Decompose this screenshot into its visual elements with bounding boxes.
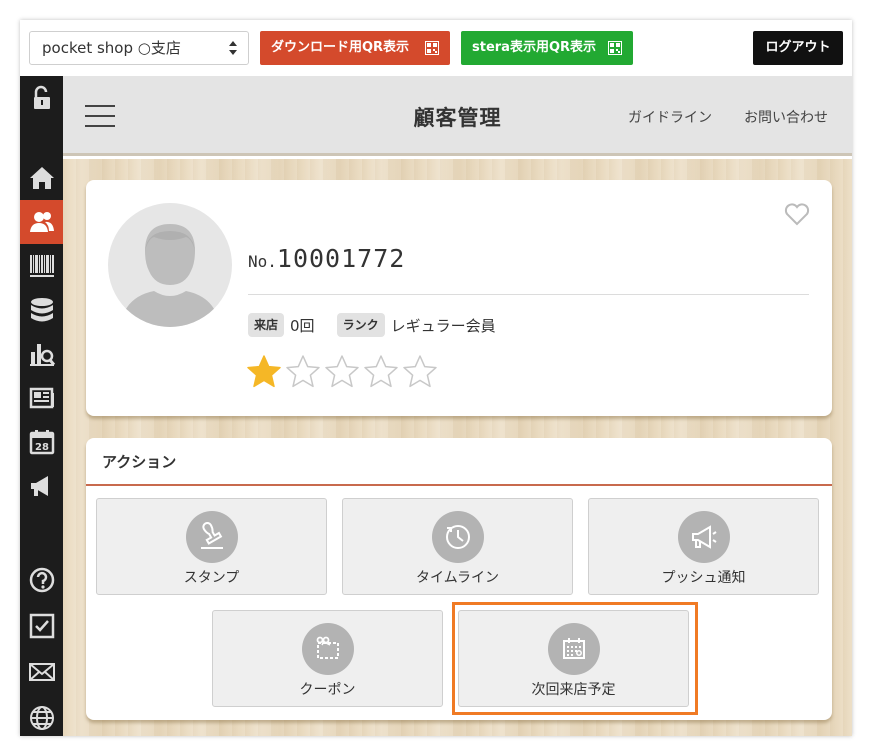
star-empty-icon[interactable] <box>285 354 321 390</box>
rank-tag: ランク <box>336 313 385 337</box>
timeline-button[interactable]: タイムライン <box>342 498 573 595</box>
sidebar-item-database[interactable] <box>20 288 63 332</box>
shop-select[interactable]: pocket shop ○支店 <box>29 31 249 65</box>
barcode-icon <box>29 255 54 277</box>
shop-select-value: pocket shop ○支店 <box>42 39 181 57</box>
guideline-link[interactable]: ガイドライン <box>628 107 712 127</box>
sidebar-item-calendar[interactable]: 28 <box>20 420 63 464</box>
qr-code-icon <box>425 41 439 55</box>
user-silhouette-icon <box>120 224 220 327</box>
globe-icon <box>29 706 54 730</box>
sidebar-item-lock[interactable] <box>20 76 63 120</box>
clock-icon <box>446 525 470 549</box>
rank-value: レギュラー会員 <box>390 316 496 335</box>
stamp-icon <box>201 522 223 549</box>
member-number-value: 10001772 <box>276 244 406 273</box>
star-empty-icon[interactable] <box>324 354 360 390</box>
actions-divider <box>86 484 832 486</box>
star-empty-icon[interactable] <box>363 354 399 390</box>
actions-card: アクション スタンプ タイムライン プッシュ通知 クーポン 次回来店予定 <box>86 438 832 720</box>
sidebar-item-tasks[interactable] <box>20 604 63 648</box>
timeline-label: タイムライン <box>415 570 500 586</box>
sidebar-item-news[interactable] <box>20 376 63 420</box>
megaphone-icon <box>30 476 48 496</box>
coupon-scissors-icon <box>316 636 339 659</box>
sidebar-item-help[interactable] <box>20 558 63 602</box>
coupon-button[interactable]: クーポン <box>212 610 443 707</box>
star-empty-icon[interactable] <box>402 354 438 390</box>
calendar-icon: 28 <box>29 430 54 455</box>
sidebar-item-language[interactable] <box>20 696 63 736</box>
home-icon <box>29 167 54 189</box>
actions-title: アクション <box>102 453 177 471</box>
download-qr-label: ダウンロード用QR表示 <box>271 40 410 55</box>
stera-qr-label: stera表示用QR表示 <box>472 40 597 55</box>
qr-code-icon <box>608 41 622 55</box>
lock-icon <box>33 85 50 109</box>
megaphone-icon <box>692 525 717 549</box>
page-header: 顧客管理 ガイドライン お問い合わせ <box>63 76 852 156</box>
news-icon <box>29 387 54 409</box>
database-icon <box>30 298 53 322</box>
checkbox-icon <box>29 613 54 639</box>
sidebar-item-home[interactable] <box>20 156 63 200</box>
stamp-label: スタンプ <box>183 570 240 586</box>
page-title: 顧客管理 <box>413 106 502 130</box>
stamp-button[interactable]: スタンプ <box>96 498 327 595</box>
help-icon <box>29 567 54 593</box>
avatar <box>108 203 232 327</box>
sidebar-item-analytics[interactable] <box>20 332 63 376</box>
customer-meta: 来店 0回 ランク レギュラー会員 <box>248 313 518 337</box>
users-icon <box>29 212 54 232</box>
stera-qr-button[interactable]: stera表示用QR表示 <box>461 31 633 65</box>
logout-button[interactable]: ログアウト <box>753 31 843 65</box>
rating-stars[interactable] <box>246 354 441 390</box>
sidebar-item-push[interactable] <box>20 464 63 508</box>
mail-icon <box>28 663 55 681</box>
contact-link[interactable]: お問い合わせ <box>744 107 828 127</box>
sidebar-item-customers[interactable] <box>20 200 63 244</box>
coupon-label: クーポン <box>299 682 356 698</box>
content-area: No.10001772 来店 0回 ランク レギュラー会員 アクション スタンプ <box>63 159 852 736</box>
heart-icon[interactable] <box>784 202 810 226</box>
next-visit-highlight <box>452 602 698 715</box>
download-qr-button[interactable]: ダウンロード用QR表示 <box>260 31 450 65</box>
sidebar-item-mail[interactable] <box>20 650 63 694</box>
analytics-icon <box>29 344 55 366</box>
visit-count: 0回 <box>290 316 315 335</box>
app-window: pocket shop ○支店 ダウンロード用QR表示 stera表示用QR表示… <box>20 20 852 736</box>
select-arrows-icon <box>229 41 237 55</box>
push-notification-label: プッシュ通知 <box>661 570 746 586</box>
visit-tag: 来店 <box>248 313 285 337</box>
sidebar-item-barcode[interactable] <box>20 244 63 288</box>
divider <box>248 294 809 295</box>
svg-text:28: 28 <box>35 442 49 453</box>
member-number: No.10001772 <box>248 244 405 273</box>
push-notification-button[interactable]: プッシュ通知 <box>588 498 819 595</box>
top-bar: pocket shop ○支店 ダウンロード用QR表示 stera表示用QR表示… <box>20 20 852 76</box>
sidebar: 28 <box>20 76 63 736</box>
customer-profile-card: No.10001772 来店 0回 ランク レギュラー会員 <box>86 180 832 416</box>
star-filled-icon[interactable] <box>246 354 282 390</box>
member-number-prefix: No. <box>248 252 277 271</box>
